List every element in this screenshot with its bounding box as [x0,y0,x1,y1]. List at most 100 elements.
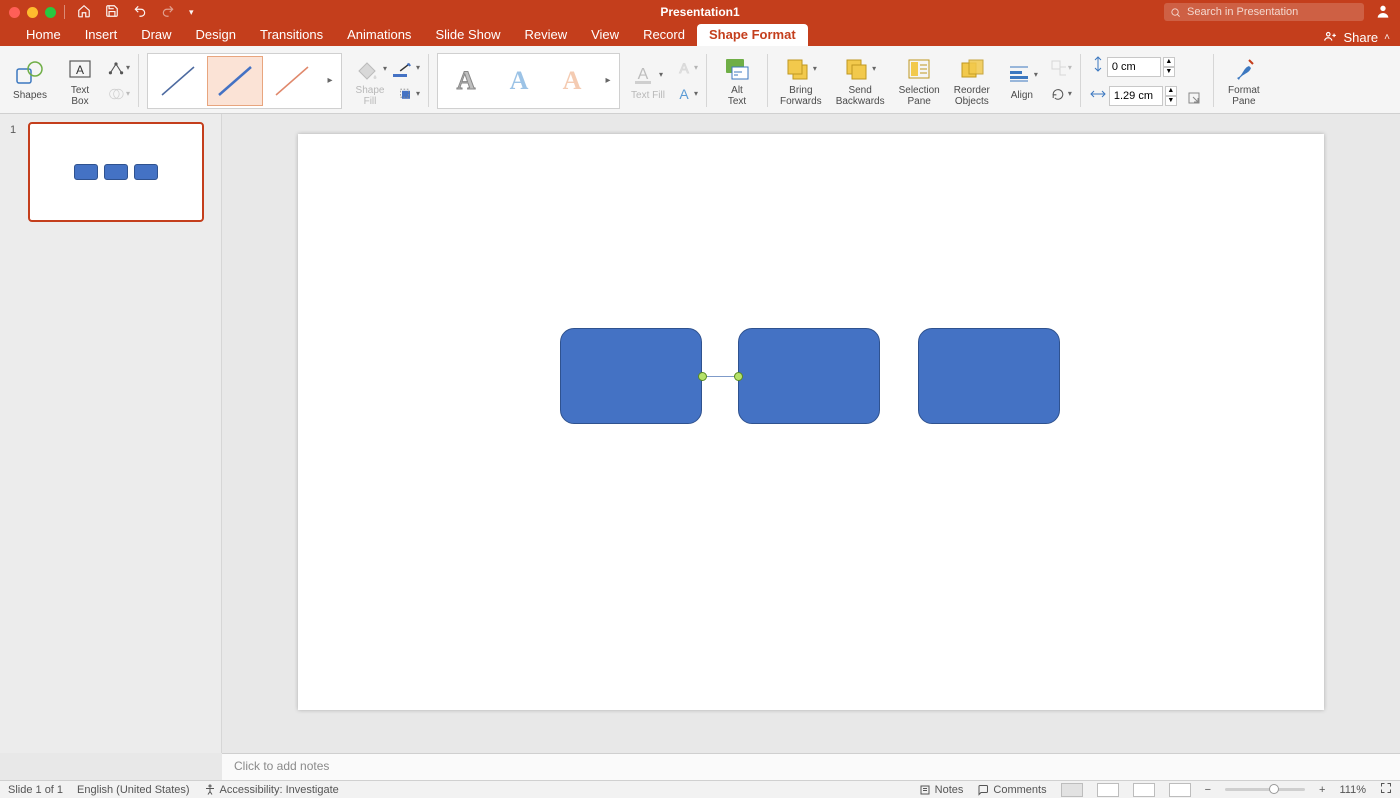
search-input[interactable]: Search in Presentation [1164,3,1364,21]
shape-style-2[interactable] [207,56,263,106]
zoom-slider[interactable] [1225,788,1305,791]
ribbon-tabs: Home Insert Draw Design Transitions Anim… [0,24,1400,46]
tab-record[interactable]: Record [631,24,697,46]
svg-text:A: A [76,63,84,77]
width-icon [1089,87,1107,106]
height-icon [1091,55,1105,78]
rotate-button[interactable]: ▾ [1050,83,1072,105]
group-button[interactable]: ▾ [1050,57,1072,79]
shape-fill-icon: ▾ [353,55,387,83]
zoom-window-button[interactable] [45,7,56,18]
alt-text-button[interactable]: Alt Text [715,53,759,109]
alt-text-icon [723,55,751,83]
edit-points-button[interactable]: ▾ [108,57,130,79]
text-outline-button[interactable]: A▾ [676,57,698,79]
shape-outline-button[interactable]: ▾ [398,57,420,79]
tab-home[interactable]: Home [14,24,73,46]
align-button[interactable]: ▾ Align [1000,58,1044,103]
width-down[interactable]: ▼ [1165,96,1177,106]
status-slide-number: Slide 1 of 1 [8,784,63,796]
slide-thumbnail-pane[interactable]: 1 [0,114,222,753]
share-icon[interactable] [1323,29,1337,46]
shape-style-gallery[interactable]: ▸ [147,53,342,109]
slide-canvas-area[interactable] [222,114,1400,753]
thumb-shape [74,164,98,180]
undo-icon[interactable] [133,4,147,21]
tab-view[interactable]: View [579,24,631,46]
tab-shape-format[interactable]: Shape Format [697,24,808,46]
home-icon[interactable] [77,4,91,21]
window-controls [9,7,56,18]
shape-effects-button[interactable]: ▾ [398,83,420,105]
rounded-rectangle-1[interactable] [560,328,702,424]
tab-transitions[interactable]: Transitions [248,24,335,46]
customize-qat-icon[interactable]: ▾ [189,7,194,18]
fit-to-window-button[interactable] [1380,782,1392,797]
wordart-style-more-icon[interactable]: ▸ [599,75,617,86]
tab-slideshow[interactable]: Slide Show [423,24,512,46]
selection-pane-button[interactable]: Selection Pane [895,53,944,109]
account-icon[interactable] [1374,3,1392,22]
wordart-style-2[interactable]: A [493,56,545,106]
connector-handle-end[interactable] [734,372,743,381]
tab-design[interactable]: Design [184,24,248,46]
format-pane-button[interactable]: Format Pane [1222,53,1266,109]
bring-forwards-icon: ▾ [785,55,817,83]
wordart-style-3[interactable]: A [546,56,598,106]
save-icon[interactable] [105,4,119,21]
zoom-in-button[interactable]: + [1319,784,1325,796]
width-up[interactable]: ▲ [1165,86,1177,96]
slide[interactable] [298,134,1324,710]
zoom-out-button[interactable]: − [1205,784,1211,796]
text-fill-button[interactable]: A▾ Text Fill [626,58,670,103]
connector-handle-start[interactable] [698,372,707,381]
connector-line[interactable] [703,376,738,377]
height-up[interactable]: ▲ [1163,57,1175,67]
status-notes-toggle[interactable]: Notes [919,784,964,796]
view-sorter-button[interactable] [1097,783,1119,797]
text-box-label: Text Box [71,85,89,107]
share-button[interactable]: Share [1343,30,1378,45]
slide-thumbnail-1[interactable] [28,122,204,222]
shape-style-3[interactable] [264,56,320,106]
status-language[interactable]: English (United States) [77,784,190,796]
title-bar: ▾ Presentation1 Search in Presentation [0,0,1400,24]
shapes-button[interactable]: Shapes [8,58,52,103]
reorder-objects-button[interactable]: Reorder Objects [950,53,994,109]
shape-style-more-icon[interactable]: ▸ [321,75,339,86]
tab-animations[interactable]: Animations [335,24,423,46]
tab-review[interactable]: Review [512,24,579,46]
tab-insert[interactable]: Insert [73,24,130,46]
shape-fill-label: Shape Fill [356,85,385,107]
redo-icon[interactable] [161,4,175,21]
text-box-button[interactable]: A Text Box [58,53,102,109]
bring-forwards-button[interactable]: ▾ Bring Forwards [776,53,826,109]
shape-fill-button[interactable]: ▾ Shape Fill [348,53,392,109]
collapse-ribbon-icon[interactable]: ˄ [1384,32,1390,43]
svg-text:A: A [638,66,649,83]
selection-pane-icon [906,55,932,83]
view-normal-button[interactable] [1061,783,1083,797]
wordart-style-1[interactable]: A [440,56,492,106]
status-accessibility[interactable]: Accessibility: Investigate [204,784,339,796]
text-effects-button[interactable]: A▾ [676,83,698,105]
size-dialog-launcher[interactable] [1183,87,1205,109]
close-window-button[interactable] [9,7,20,18]
wordart-style-gallery[interactable]: A A A ▸ [437,53,620,109]
send-backwards-button[interactable]: ▾ Send Backwards [832,53,889,109]
text-fill-label: Text Fill [631,90,665,101]
zoom-level[interactable]: 111% [1339,784,1366,796]
notes-pane[interactable]: Click to add notes [222,753,1400,780]
tab-draw[interactable]: Draw [129,24,183,46]
rounded-rectangle-2[interactable] [738,328,880,424]
shape-style-1[interactable] [150,56,206,106]
height-down[interactable]: ▼ [1163,67,1175,77]
minimize-window-button[interactable] [27,7,38,18]
shape-height-input[interactable] [1107,57,1161,77]
shape-width-input[interactable] [1109,86,1163,106]
view-reading-button[interactable] [1133,783,1155,797]
rounded-rectangle-3[interactable] [918,328,1060,424]
status-comments-toggle[interactable]: Comments [977,784,1046,796]
view-slideshow-button[interactable] [1169,783,1191,797]
workspace: 1 [0,114,1400,753]
